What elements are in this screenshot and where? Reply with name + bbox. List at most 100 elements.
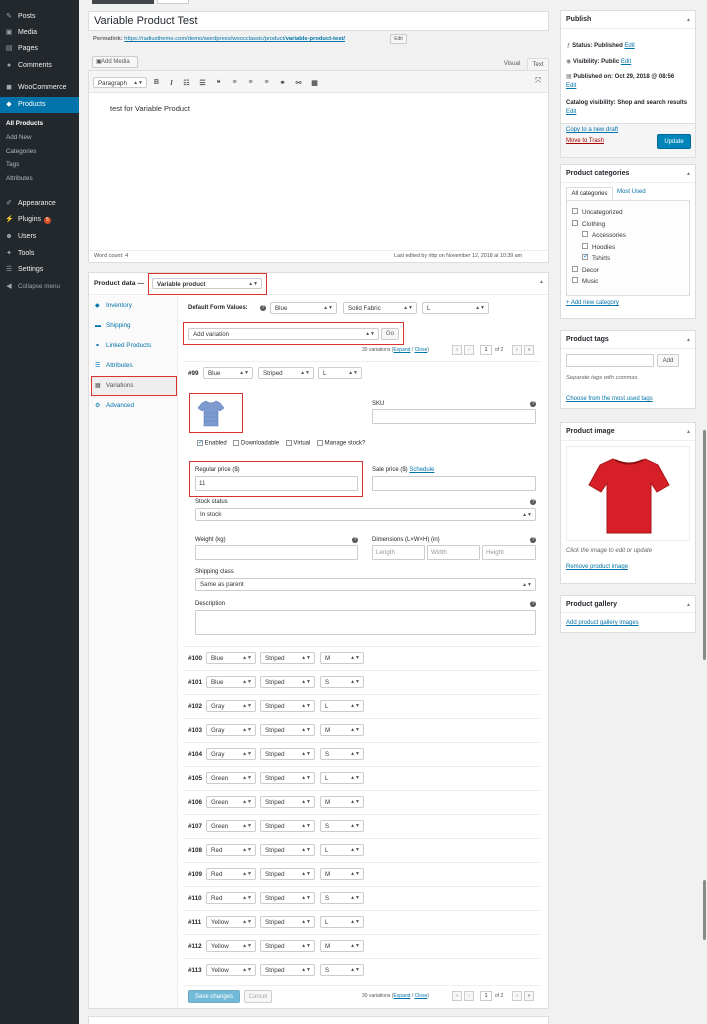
variation-row-size-select[interactable]: M ▲▼ [320,868,364,880]
variation-row-size-select[interactable]: L ▲▼ [320,916,364,928]
submenu-add-new[interactable]: Add New [0,131,79,144]
tab-shipping[interactable]: ▬ Shipping [92,317,178,335]
variation-row-pattern-select[interactable]: Striped ▲▼ [260,892,315,904]
height-input[interactable]: Height [482,545,536,560]
variation-size-select[interactable]: L ▲▼ [318,367,362,379]
italic-icon[interactable]: I [167,79,176,87]
tab-visual[interactable]: Visual [498,59,526,69]
menu-plugins[interactable]: ⚡ Plugins 5 [0,212,79,228]
menu-settings[interactable]: ☰ Settings [0,262,79,278]
variation-row-size-select[interactable]: L ▲▼ [320,700,364,712]
variation-row-color-select[interactable]: Green ▲▼ [206,772,256,784]
first-page-button[interactable]: « [452,345,462,355]
remove-image-link[interactable]: Remove product image [566,564,628,570]
variation-row-pattern-select[interactable]: Striped ▲▼ [260,820,315,832]
bold-icon[interactable]: B [152,79,161,86]
last-page-button-bottom[interactable]: » [524,991,534,1001]
category-checkbox[interactable] [572,265,578,272]
category-checkbox[interactable]: ✓ [582,253,589,261]
save-changes-button[interactable]: Save changes [188,990,240,1003]
menu-appearance[interactable]: ✐ Appearance [0,196,79,212]
menu-woocommerce[interactable]: ◼ WooCommerce [0,80,79,96]
variation-row-size-select[interactable]: S ▲▼ [320,964,364,976]
next-page-button-bottom[interactable]: › [512,991,522,1001]
variation-row-size-select[interactable]: M ▲▼ [320,724,364,736]
variation-row-size-select[interactable]: M ▲▼ [320,940,364,952]
variation-row-pattern-select[interactable]: Striped ▲▼ [260,652,315,664]
product-type-select[interactable]: Variable product ▲▼ [152,278,262,289]
category-item[interactable]: Decor [572,265,599,274]
variation-row-color-select[interactable]: Yellow ▲▼ [206,916,256,928]
last-page-button[interactable]: » [524,345,534,355]
tab-all-categories[interactable]: All categories [566,187,613,200]
category-checkbox[interactable] [582,242,588,249]
variation-row-size-select[interactable]: S ▲▼ [320,892,364,904]
submenu-all-products[interactable]: All Products [0,117,79,130]
category-item[interactable]: Clothing [572,219,605,228]
variation-row-color-select[interactable]: Green ▲▼ [206,796,256,808]
tab-text[interactable]: Text [527,58,549,70]
move-to-trash-link[interactable]: Move to Trash [566,138,604,144]
copy-draft-link[interactable]: Copy to a new draft [566,127,618,133]
variation-row-color-select[interactable]: Red ▲▼ [206,868,256,880]
stock-status-select[interactable]: In stock ▲▼ [195,508,536,521]
variation-row-pattern-select[interactable]: Striped ▲▼ [260,964,315,976]
shipping-class-select[interactable]: Same as parent ▲▼ [195,578,536,591]
publish-toggle-icon[interactable]: ▲ [686,17,691,23]
format-select[interactable]: Paragraph ▲▼ [93,77,147,88]
variation-row-size-select[interactable]: S ▲▼ [320,676,364,688]
variation-row-pattern-select[interactable]: Striped ▲▼ [260,700,315,712]
variation-row-pattern-select[interactable]: Striped ▲▼ [260,844,315,856]
status-edit-link[interactable]: Edit [624,43,634,49]
menu-media[interactable]: ▣ Media [0,25,79,41]
menu-tools[interactable]: ✦ Tools [0,246,79,262]
submenu-attributes[interactable]: Attributes [0,172,79,185]
collapse-arrow-icon[interactable]: ▲ [539,279,544,285]
next-page-button[interactable]: › [512,345,522,355]
submenu-categories[interactable]: Categories [0,145,79,158]
sku-input[interactable] [372,409,536,424]
enabled-checkbox[interactable]: ✓ [197,439,204,446]
close-link[interactable]: Close [415,347,428,353]
align-center-icon[interactable]: ≡ [246,79,255,86]
category-item[interactable]: Accessories [582,231,626,239]
variation-row-pattern-select[interactable]: Striped ▲▼ [260,940,315,952]
menu-comments[interactable]: ● Comments [0,58,79,74]
prev-page-button-bottom[interactable]: ‹ [464,991,474,1001]
tab-most-used[interactable]: Most Used [617,189,646,195]
variation-row-color-select[interactable]: Red ▲▼ [206,844,256,856]
category-item[interactable]: Uncategorized [572,208,623,216]
go-button[interactable]: Go [381,328,399,340]
variation-row-pattern-select[interactable]: Striped ▲▼ [260,916,315,928]
menu-users[interactable]: ☻ Users [0,229,79,245]
update-button[interactable]: Update [657,134,691,149]
default-pattern-select[interactable]: Solid Fabric ▲▼ [343,302,417,314]
variation-row-color-select[interactable]: Red ▲▼ [206,892,256,904]
numbered-list-icon[interactable]: ☰ [198,79,207,87]
permalink-url[interactable]: https://radiustheme.com/demo/wordpress/w… [124,36,345,42]
image-toggle-icon[interactable]: ▲ [686,429,691,435]
description-textarea[interactable] [195,610,536,635]
variation-row-color-select[interactable]: Gray ▲▼ [206,724,256,736]
product-image[interactable] [566,446,690,541]
add-tag-button[interactable]: Add [657,354,679,367]
editor-content[interactable]: test for Variable Product [110,104,190,113]
visibility-edit-link[interactable]: Edit [621,59,631,65]
menu-collapse[interactable]: ◀ Collapse menu [0,279,79,295]
gallery-toggle-icon[interactable]: ▲ [686,602,691,608]
title-input[interactable]: Variable Product Test [88,11,549,31]
variation-row-color-select[interactable]: Gray ▲▼ [206,700,256,712]
link-icon[interactable]: ⚭ [278,79,287,87]
variation-row-pattern-select[interactable]: Striped ▲▼ [260,748,315,760]
catalog-edit-link[interactable]: Edit [566,109,576,115]
fullscreen-icon[interactable]: ⤧ [535,76,541,86]
tab-attributes[interactable]: ☰ Attributes [92,357,178,375]
variation-row-color-select[interactable]: Yellow ▲▼ [206,964,256,976]
category-checkbox[interactable] [582,231,588,238]
regular-price-input[interactable]: 11 [195,476,358,491]
add-gallery-link[interactable]: Add product gallery images [566,620,639,626]
unlink-icon[interactable]: ⚯ [294,79,303,87]
category-checkbox[interactable] [572,277,578,284]
tab-advanced[interactable]: ⚙ Advanced [92,397,178,415]
add-variation-select[interactable]: Add variation ▲▼ [188,328,379,340]
